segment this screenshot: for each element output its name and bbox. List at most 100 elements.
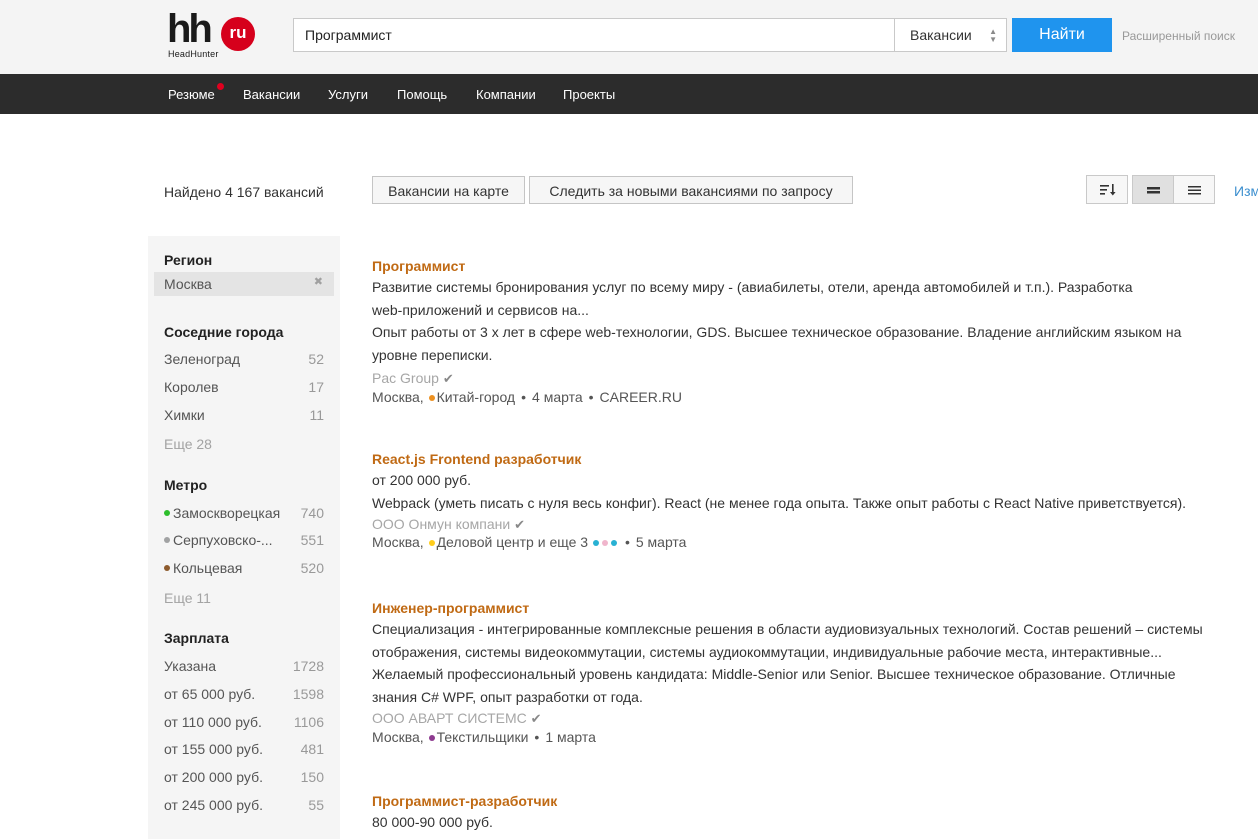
view-full-icon — [1147, 187, 1160, 194]
sort-icon — [1100, 184, 1116, 196]
vacancy-snippet: Webpack (уметь писать с нуля весь конфиг… — [372, 494, 1187, 511]
view-compact-button[interactable] — [1173, 175, 1215, 204]
vacancy-city: Москва, — [372, 389, 424, 405]
company-link[interactable]: ООО Онмун компани — [372, 516, 510, 532]
nav-item-services[interactable]: Услуги — [328, 87, 368, 102]
header-bar: hh ru HeadHunter Вакансии ▲▼ Найти Расши… — [0, 0, 1258, 74]
filter-item-count: 11 — [309, 407, 324, 423]
view-full-button[interactable] — [1132, 175, 1174, 204]
vacancy-snippet: Опыт работы от 3 х лет в сфере web-техно… — [372, 324, 1182, 340]
verified-check-icon: ✔ — [530, 711, 542, 726]
vacancy-salary: от 200 000 руб. — [372, 472, 471, 488]
nav-item-projects[interactable]: Проекты — [563, 87, 615, 102]
subscribe-button[interactable]: Следить за новыми вакансиями по запросу — [529, 176, 853, 204]
filter-item-label: Замоскворецкая — [173, 505, 281, 521]
vacancy-metro: Деловой центр и еще 3 — [436, 534, 589, 550]
salary-filter-item[interactable]: от 110 000 руб. 1106 — [164, 714, 324, 730]
vacancy-date: 1 марта — [545, 729, 596, 745]
logo-subtitle: HeadHunter — [168, 49, 219, 59]
select-arrows-icon: ▲ ▼ — [989, 27, 997, 44]
vacancy-meta: Москва, Текстильщики • 1 марта — [372, 729, 1252, 745]
metro-line-dot-icon — [164, 537, 170, 543]
vacancy-title-link[interactable]: Программист — [372, 258, 1252, 274]
metro-filter-item[interactable]: Замоскворецкая 740 — [164, 505, 324, 521]
hh-logo[interactable]: hh ru HeadHunter — [167, 7, 257, 61]
metro-line-dot-icon — [601, 540, 608, 546]
sort-button[interactable] — [1086, 175, 1128, 204]
nav-item-help[interactable]: Помощь — [397, 87, 447, 102]
region-chip[interactable]: Москва ✖ — [154, 272, 334, 296]
vacancy-card: React.js Frontend разработчик от 200 000… — [372, 451, 1252, 550]
filter-item-label: от 245 000 руб. — [164, 797, 263, 813]
vacancy-date: 4 марта — [532, 389, 583, 405]
filter-item[interactable]: Зеленоград 52 — [164, 351, 324, 367]
more-nearby-link[interactable]: Еще 28 — [164, 436, 212, 452]
filter-item-count: 17 — [308, 379, 324, 395]
vacancy-snippet: web-приложений и сервисов на... — [372, 301, 589, 318]
salary-filter-item[interactable]: от 200 000 руб. 150 — [164, 769, 324, 785]
vacancy-metro: Текстильщики — [436, 729, 529, 745]
metro-line-dot-icon — [428, 735, 435, 741]
metro-line-dot-icon — [164, 510, 170, 516]
salary-heading: Зарплата — [164, 630, 229, 646]
salary-filter-item[interactable]: от 155 000 руб. 481 — [164, 741, 324, 757]
filter-item-count: 740 — [300, 505, 324, 521]
vacancy-city: Москва, — [372, 534, 424, 550]
search-type-value: Вакансии — [910, 27, 972, 43]
vacancy-salary: 80 000-90 000 руб. — [372, 814, 493, 830]
map-button[interactable]: Вакансии на карте — [372, 176, 525, 204]
search-input[interactable] — [293, 18, 895, 52]
salary-filter-item[interactable]: Указана 1728 — [164, 658, 324, 674]
nav-item-vacancies[interactable]: Вакансии — [243, 87, 300, 102]
vacancy-title-link[interactable]: React.js Frontend разработчик — [372, 451, 1252, 467]
vacancy-card: Программист Развитие системы бронировани… — [372, 258, 1252, 405]
filter-item-count: 551 — [300, 532, 324, 548]
company-row: ООО Онмун компани ✔ — [372, 516, 1252, 533]
filter-item-count: 1106 — [293, 714, 324, 730]
salary-filter-item[interactable]: от 245 000 руб. 55 — [164, 797, 324, 813]
filter-item[interactable]: Химки 11 — [164, 407, 324, 423]
separator-dot: • — [534, 729, 540, 745]
region-chip-label: Москва — [164, 276, 212, 292]
company-link[interactable]: Pac Group — [372, 370, 439, 386]
nearby-heading: Соседние города — [164, 324, 284, 340]
advanced-search-link[interactable]: Расширенный поиск — [1122, 29, 1235, 43]
vacancy-snippet: знания C# WPF, опыт разработки от года. — [372, 688, 643, 705]
vacancy-snippet: уровне переписки. — [372, 346, 493, 363]
metro-filter-item[interactable]: Кольцевая 520 — [164, 560, 324, 576]
main-nav: Резюме Вакансии Услуги Помощь Компании П… — [0, 74, 1258, 114]
vacancy-card: Программист-разработчик 80 000-90 000 ру… — [372, 793, 1252, 834]
filter-item-label: Указана — [164, 658, 217, 674]
metro-line-dot-icon — [610, 540, 617, 546]
filter-item-count: 150 — [300, 769, 324, 785]
more-metro-link[interactable]: Еще 11 — [164, 590, 211, 606]
filter-item-count: 1598 — [292, 686, 324, 702]
filter-item[interactable]: Королев 17 — [164, 379, 324, 395]
salary-filter-item[interactable]: от 65 000 руб. 1598 — [164, 686, 324, 702]
company-link[interactable]: ООО АВАРТ СИСТЕМС — [372, 710, 527, 726]
vacancy-source: CAREER.RU — [599, 389, 682, 405]
search-type-select[interactable]: Вакансии ▲ ▼ — [894, 18, 1007, 52]
vacancy-snippet: Развитие системы бронирования услуг по в… — [372, 279, 1133, 295]
find-button[interactable]: Найти — [1012, 18, 1112, 52]
metro-filter-item[interactable]: Серпуховско-... 551 — [164, 532, 324, 548]
vacancy-date: 5 марта — [635, 534, 687, 550]
notification-dot-icon — [217, 83, 224, 90]
vacancy-snippet: отображения, системы видеокоммутации, си… — [372, 643, 1162, 660]
metro-heading: Метро — [164, 477, 208, 493]
edit-search-link[interactable]: Изм — [1234, 183, 1258, 199]
remove-region-icon[interactable]: ✖ — [314, 275, 323, 288]
vacancy-title-link[interactable]: Инженер-программист — [372, 600, 1252, 616]
nav-item-resume[interactable]: Резюме — [168, 87, 215, 102]
filter-item-count: 1728 — [292, 658, 324, 674]
nav-item-companies[interactable]: Компании — [476, 87, 536, 102]
vacancy-metro: Китай-город — [436, 389, 516, 405]
filter-item-label: Серпуховско-... — [173, 532, 273, 548]
logo-ru-badge: ru — [221, 17, 255, 51]
vacancy-title-link[interactable]: Программист-разработчик — [372, 793, 1252, 809]
verified-check-icon: ✔ — [514, 517, 525, 532]
separator-dot: • — [624, 534, 630, 550]
filter-item-label: от 200 000 руб. — [164, 769, 263, 785]
filter-item-label: Кольцевая — [173, 560, 243, 576]
filter-item-count: 520 — [300, 560, 324, 576]
